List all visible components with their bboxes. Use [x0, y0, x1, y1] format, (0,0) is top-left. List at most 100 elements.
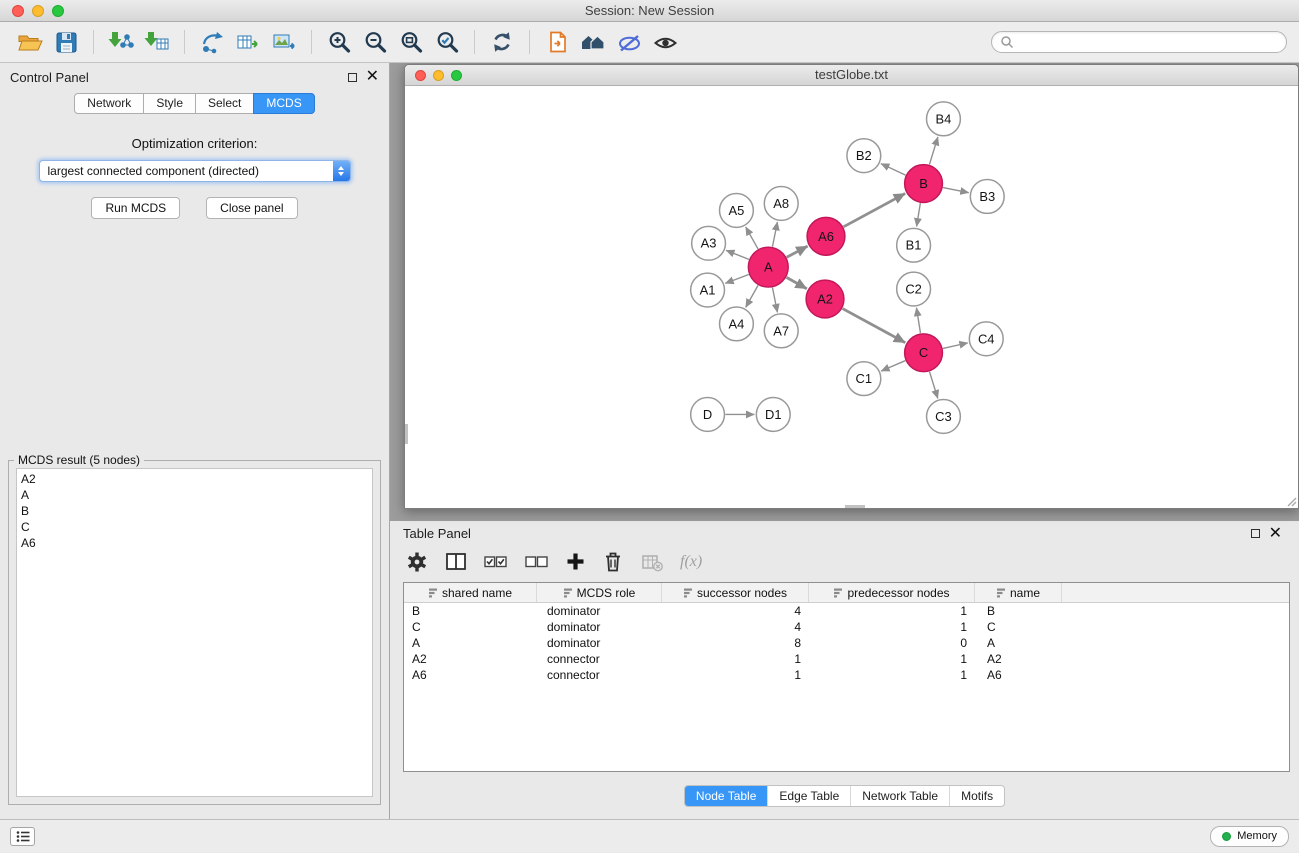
network-edge-A6-B[interactable]	[844, 193, 906, 226]
table-row[interactable]: Bdominator41B	[404, 603, 1289, 619]
close-panel-button[interactable]: Close panel	[206, 197, 297, 219]
table-cell[interactable]: A6	[404, 667, 537, 683]
network-node-A[interactable]: A	[748, 247, 788, 287]
network-node-A8[interactable]: A8	[764, 187, 798, 221]
resize-grip-icon[interactable]	[1286, 496, 1297, 507]
zoom-selected-icon[interactable]	[429, 26, 465, 58]
network-edge-B-B1[interactable]	[917, 203, 921, 226]
result-item[interactable]: A	[21, 487, 368, 503]
table-cell[interactable]: 4	[662, 603, 809, 619]
tab-select[interactable]: Select	[195, 93, 254, 114]
export-table-icon[interactable]	[230, 26, 266, 58]
refresh-icon[interactable]	[484, 26, 520, 58]
delete-trash-icon[interactable]	[602, 550, 624, 573]
table-cell[interactable]: dominator	[537, 619, 662, 635]
import-table-file-icon[interactable]	[139, 26, 175, 58]
table-cell[interactable]: 8	[662, 635, 809, 651]
vertical-scrollbar-stub[interactable]	[405, 424, 408, 444]
result-item[interactable]: B	[21, 503, 368, 519]
network-node-A1[interactable]: A1	[691, 273, 725, 307]
export-image-icon[interactable]	[266, 26, 302, 58]
network-overview-houses-icon[interactable]	[575, 26, 611, 58]
network-edge-B-B2[interactable]	[881, 164, 906, 175]
network-node-B3[interactable]: B3	[970, 180, 1004, 214]
deselect-all-checkboxes-icon[interactable]	[525, 552, 549, 571]
table-cell[interactable]: A	[975, 635, 1062, 651]
new-network-arrows-icon[interactable]	[194, 26, 230, 58]
table-cell[interactable]: 1	[662, 651, 809, 667]
table-settings-gear-icon[interactable]	[406, 551, 428, 573]
network-edge-A-A5[interactable]	[746, 227, 758, 249]
network-edge-C-C4[interactable]	[943, 343, 968, 349]
zoom-out-icon[interactable]	[357, 26, 393, 58]
table-cell[interactable]: 1	[662, 667, 809, 683]
table-cell[interactable]: 1	[809, 667, 975, 683]
column-header-shared-name[interactable]: shared name	[404, 583, 537, 602]
minimize-window-button[interactable]	[32, 5, 44, 17]
eye-icon[interactable]	[647, 26, 683, 58]
zoom-in-icon[interactable]	[321, 26, 357, 58]
network-node-A5[interactable]: A5	[720, 193, 754, 227]
search-input[interactable]	[1019, 35, 1278, 49]
memory-button[interactable]: Memory	[1210, 826, 1289, 847]
network-edge-A-A7[interactable]	[772, 288, 777, 313]
result-item[interactable]: A6	[21, 535, 368, 551]
table-cell[interactable]: C	[975, 619, 1062, 635]
table-cell[interactable]: A2	[975, 651, 1062, 667]
table-cell[interactable]: C	[404, 619, 537, 635]
table-cell[interactable]: 4	[662, 619, 809, 635]
criterion-dropdown[interactable]: largest connected component (directed)	[39, 160, 351, 182]
column-split-icon[interactable]	[445, 551, 467, 572]
network-node-A3[interactable]: A3	[692, 226, 726, 260]
table-cell[interactable]: A6	[975, 667, 1062, 683]
document-arrow-icon[interactable]	[539, 26, 575, 58]
zoom-fit-icon[interactable]	[393, 26, 429, 58]
column-header-successor-nodes[interactable]: successor nodes	[662, 583, 809, 602]
network-edge-A-A2[interactable]	[786, 277, 806, 288]
network-node-D1[interactable]: D1	[756, 398, 790, 432]
network-edge-A-A8[interactable]	[772, 222, 777, 247]
network-node-D[interactable]: D	[691, 398, 725, 432]
search-field[interactable]	[991, 31, 1287, 53]
table-cell[interactable]: connector	[537, 667, 662, 683]
network-edge-A-A6[interactable]	[787, 246, 808, 257]
network-node-B1[interactable]: B1	[897, 228, 931, 262]
network-edge-A-A1[interactable]	[725, 275, 748, 284]
table-cell[interactable]: A	[404, 635, 537, 651]
close-panel-icon[interactable]: ✕	[366, 72, 379, 82]
tab-edge-table[interactable]: Edge Table	[767, 786, 850, 806]
network-node-A6[interactable]: A6	[807, 217, 845, 255]
close-window-button[interactable]	[12, 5, 24, 17]
network-edge-C-C3[interactable]	[930, 372, 938, 399]
tab-style[interactable]: Style	[143, 93, 196, 114]
network-window-titlebar[interactable]: testGlobe.txt	[405, 65, 1298, 86]
hide-details-slashed-eye-icon[interactable]	[611, 26, 647, 58]
network-node-B[interactable]: B	[905, 165, 943, 203]
network-node-A2[interactable]: A2	[806, 280, 844, 318]
network-edge-A2-C[interactable]	[843, 309, 906, 343]
run-mcds-button[interactable]: Run MCDS	[91, 197, 180, 219]
open-folder-icon[interactable]	[12, 26, 48, 58]
table-cell[interactable]: connector	[537, 651, 662, 667]
tab-mcds[interactable]: MCDS	[253, 93, 314, 114]
network-edge-B-B4[interactable]	[929, 137, 937, 165]
network-node-C[interactable]: C	[905, 334, 943, 372]
network-canvas[interactable]: B4B2BB3A8A5A6A3B1AA1C2A2A4A7C4CC1C3DD1	[405, 86, 1298, 508]
network-node-C3[interactable]: C3	[927, 400, 961, 434]
table-row[interactable]: Cdominator41C	[404, 619, 1289, 635]
result-item[interactable]: C	[21, 519, 368, 535]
network-edge-C-C1[interactable]	[881, 361, 905, 371]
import-network-file-icon[interactable]	[103, 26, 139, 58]
add-column-plus-icon[interactable]	[566, 552, 585, 571]
mcds-result-list[interactable]: A2ABCA6	[16, 468, 373, 797]
column-header-mcds-role[interactable]: MCDS role	[537, 583, 662, 602]
table-cell[interactable]: 1	[809, 651, 975, 667]
column-header-predecessor-nodes[interactable]: predecessor nodes	[809, 583, 975, 602]
result-item[interactable]: A2	[21, 471, 368, 487]
tab-motifs[interactable]: Motifs	[949, 786, 1004, 806]
network-edge-C-C2[interactable]	[916, 308, 920, 333]
float-panel-icon[interactable]	[348, 73, 357, 82]
network-node-C4[interactable]: C4	[969, 322, 1003, 356]
network-edge-A-A4[interactable]	[746, 285, 758, 307]
table-cell[interactable]: 0	[809, 635, 975, 651]
